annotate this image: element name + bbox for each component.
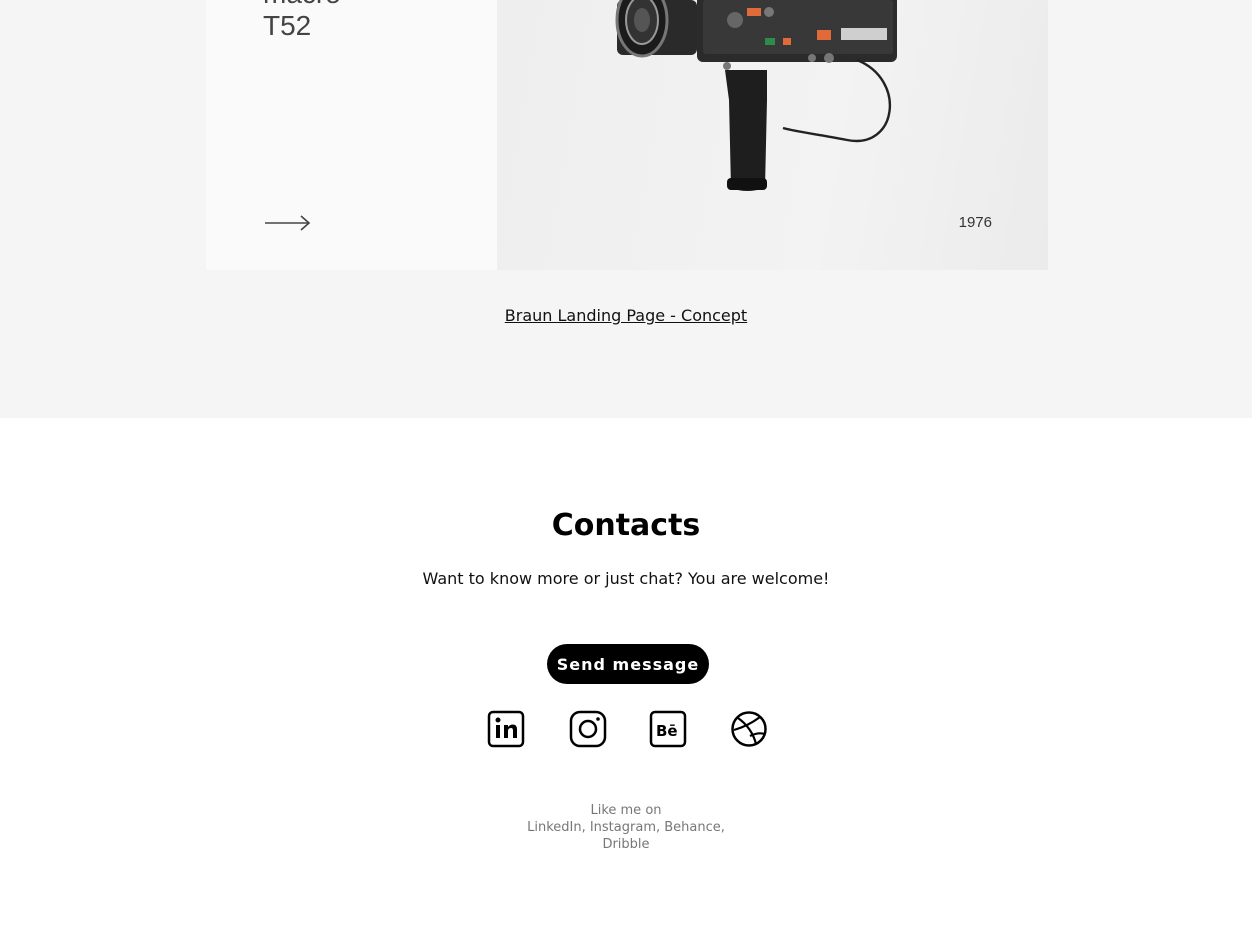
instagram-icon[interactable] bbox=[569, 710, 607, 748]
project-link[interactable]: Braun Landing Page - Concept bbox=[505, 306, 747, 325]
contacts-section: Contacts Want to know more or just chat?… bbox=[0, 418, 1252, 938]
behance-icon[interactable]: Bē bbox=[649, 710, 687, 748]
contacts-subtitle: Want to know more or just chat? You are … bbox=[422, 569, 830, 588]
project-card-info: macro T52 bbox=[206, 0, 497, 270]
footer-line: Dribble bbox=[602, 837, 650, 852]
footer-note: Like me on LinkedIn, Instagram, Behance,… bbox=[0, 802, 1252, 853]
project-card-title: macro T52 bbox=[263, 0, 341, 41]
social-links: Bē bbox=[487, 710, 777, 748]
send-message-button[interactable]: Send message bbox=[547, 644, 709, 684]
project-card-image: 1976 bbox=[497, 0, 1048, 270]
footer-line: Like me on bbox=[590, 803, 662, 818]
project-year: 1976 bbox=[958, 214, 992, 231]
footer-line: LinkedIn, Instagram, Behance, bbox=[527, 820, 725, 835]
project-card[interactable]: macro T52 bbox=[206, 0, 1048, 270]
project-section: macro T52 bbox=[0, 0, 1252, 418]
camera-image bbox=[615, 0, 897, 191]
project-link-container: Braun Landing Page - Concept bbox=[0, 306, 1252, 325]
arrow-right-icon[interactable] bbox=[264, 212, 312, 234]
linkedin-icon[interactable] bbox=[487, 710, 525, 748]
dribbble-icon[interactable] bbox=[730, 710, 768, 748]
contacts-title: Contacts bbox=[551, 508, 701, 543]
svg-text:Bē: Bē bbox=[656, 722, 678, 740]
